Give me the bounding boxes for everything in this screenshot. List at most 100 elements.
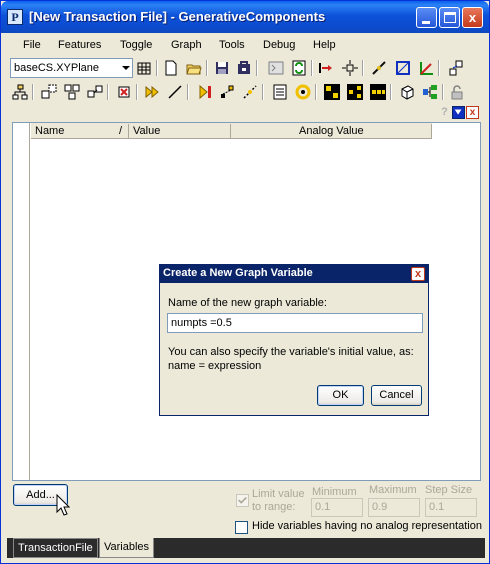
node-link-icon[interactable]: [86, 83, 104, 101]
panel-dropdown-button[interactable]: [452, 106, 465, 119]
hierarchy-icon[interactable]: [11, 83, 29, 101]
ok-button[interactable]: OK: [317, 385, 364, 406]
menu-graph[interactable]: Graph: [171, 39, 202, 51]
toolbar-separator: [311, 60, 313, 76]
maximize-icon: [444, 12, 456, 23]
title-bar[interactable]: P [New Transaction File] - GenerativeCom…: [1, 1, 489, 33]
arrange-icon[interactable]: [447, 59, 465, 77]
toolbar-row-2: [5, 81, 485, 105]
triangle-down-icon: [454, 109, 462, 115]
close-icon: x: [468, 10, 477, 25]
window-title: [New Transaction File] - GenerativeCompo…: [29, 9, 326, 24]
minimum-label: Minimum: [312, 486, 357, 498]
tab-bar: TransactionFile Variables: [7, 538, 485, 558]
limit-range-label-1: Limit value: [252, 488, 305, 500]
menu-debug[interactable]: Debug: [263, 39, 295, 51]
line-tool-icon[interactable]: [370, 59, 388, 77]
menu-file[interactable]: File: [23, 39, 41, 51]
tab-transaction-file[interactable]: TransactionFile: [13, 538, 98, 558]
dialog-title: Create a New Graph Variable: [163, 267, 313, 279]
toolbar-separator: [136, 84, 138, 100]
dashed-line-icon[interactable]: [241, 83, 259, 101]
table-header: Name / Value Analog Value: [31, 123, 432, 139]
column-header-value[interactable]: Value: [133, 125, 160, 137]
toolbar-separator: [32, 84, 34, 100]
close-icon: x: [414, 268, 422, 280]
coordinate-system-combo[interactable]: baseCS.XYPlane: [10, 58, 133, 78]
step-size-field[interactable]: 0.1: [425, 498, 477, 517]
column-header-name[interactable]: Name: [35, 125, 64, 137]
help-icon[interactable]: ?: [438, 106, 451, 119]
node-select-icon[interactable]: [40, 83, 58, 101]
hide-variables-checkbox[interactable]: [235, 521, 248, 534]
node-yellow-3-icon[interactable]: [369, 83, 387, 101]
menu-toggle[interactable]: Toggle: [120, 39, 152, 51]
component-tree-icon[interactable]: [421, 83, 439, 101]
maximize-button[interactable]: [439, 7, 460, 28]
play-step-icon[interactable]: [196, 83, 214, 101]
toolbar-separator: [442, 84, 444, 100]
dialog-title-bar[interactable]: Create a New Graph Variable x: [160, 265, 428, 283]
column-header-analog-value[interactable]: Analog Value: [299, 125, 364, 137]
menu-bar: File Features Toggle Graph Tools Debug H…: [5, 35, 485, 55]
document-list-icon[interactable]: [271, 83, 289, 101]
help-line-2: name = expression: [168, 360, 262, 372]
node-yellow-1-icon[interactable]: [323, 83, 341, 101]
toolbar-separator: [156, 60, 158, 76]
diagonal-line-icon[interactable]: [166, 83, 184, 101]
chevron-down-icon[interactable]: [120, 59, 132, 77]
column-divider[interactable]: [128, 124, 129, 138]
node-yellow-2-icon[interactable]: [346, 83, 364, 101]
refresh-icon[interactable]: [290, 59, 308, 77]
save-icon[interactable]: [213, 59, 231, 77]
frame-tool-icon[interactable]: [394, 59, 412, 77]
column-divider[interactable]: [230, 124, 231, 138]
menu-tools[interactable]: Tools: [219, 39, 245, 51]
toolbar-separator: [262, 84, 264, 100]
minimize-icon: [422, 21, 430, 24]
toolbar-separator: [206, 60, 208, 76]
checkmark-icon: [238, 496, 247, 504]
sort-indicator: /: [119, 125, 123, 137]
variable-name-input[interactable]: [167, 313, 423, 333]
point-grid-icon[interactable]: [218, 83, 236, 101]
panel-close-button[interactable]: x: [466, 106, 479, 119]
dialog-help-text: You can also specify the variable's init…: [168, 345, 424, 373]
hide-variables-label: Hide variables having no analog represen…: [252, 520, 482, 532]
variable-name-label: Name of the new graph variable:: [168, 297, 327, 309]
script-icon[interactable]: [267, 59, 285, 77]
minimize-button[interactable]: [416, 7, 437, 28]
insert-point-icon[interactable]: [318, 59, 336, 77]
save-lock-icon[interactable]: [235, 59, 253, 77]
cycle-icon[interactable]: [294, 83, 312, 101]
minimum-field[interactable]: 0.1: [311, 498, 363, 517]
toolbar-row-1: baseCS.XYPlane: [5, 57, 485, 81]
app-icon: P: [7, 9, 23, 25]
maximum-label: Maximum: [369, 484, 417, 496]
open-folder-icon[interactable]: [185, 59, 203, 77]
limit-range-checkbox[interactable]: [236, 494, 249, 507]
explode-icon[interactable]: [341, 59, 359, 77]
menu-help[interactable]: Help: [313, 39, 336, 51]
limit-range-label-2: to range:: [252, 501, 296, 513]
grid-icon[interactable]: [135, 59, 153, 77]
toolbar-separator: [187, 84, 189, 100]
fast-forward-icon[interactable]: [143, 83, 161, 101]
new-graph-variable-dialog: Create a New Graph Variable x Name of th…: [159, 264, 429, 416]
mouse-cursor-icon: [56, 494, 70, 516]
node-group-icon[interactable]: [63, 83, 81, 101]
new-file-icon[interactable]: [162, 59, 180, 77]
close-button[interactable]: x: [462, 7, 483, 28]
cancel-button[interactable]: Cancel: [371, 385, 422, 406]
tab-variables[interactable]: Variables: [99, 538, 155, 558]
menu-features[interactable]: Features: [58, 39, 101, 51]
dialog-close-button[interactable]: x: [411, 267, 425, 281]
delete-node-icon[interactable]: [115, 83, 133, 101]
toolbar-separator: [390, 84, 392, 100]
toolbar-separator: [362, 60, 364, 76]
lock-icon[interactable]: [448, 83, 466, 101]
cube-icon[interactable]: [398, 83, 416, 101]
maximum-field[interactable]: 0.9: [368, 498, 420, 517]
axes-icon[interactable]: [417, 59, 435, 77]
toolbar-separator: [315, 84, 317, 100]
